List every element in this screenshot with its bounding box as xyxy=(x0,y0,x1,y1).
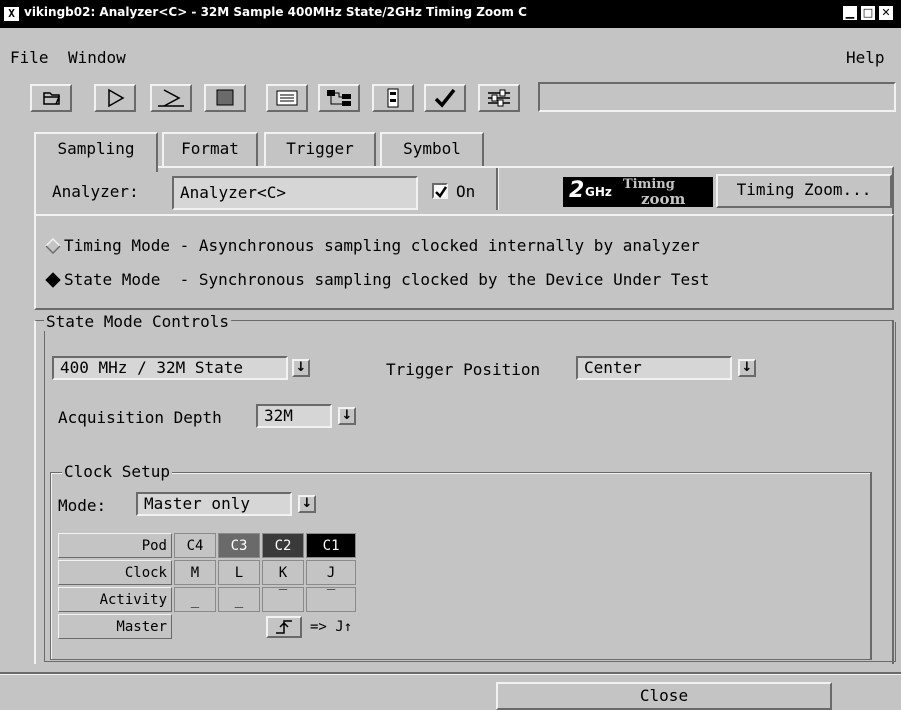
timing-mode-radio[interactable] xyxy=(45,238,61,254)
state-mode-label: State Mode - Synchronous sampling clocke… xyxy=(64,270,710,289)
tab-symbol[interactable]: Symbol xyxy=(380,132,484,168)
menu-help[interactable]: Help xyxy=(846,48,885,67)
clock-row-label: Clock xyxy=(58,560,172,585)
tab-sampling[interactable]: Sampling xyxy=(34,132,158,172)
clock-k: K xyxy=(262,560,304,585)
maximize-icon[interactable]: □ xyxy=(861,6,875,20)
run-icon xyxy=(108,88,125,108)
pod-c1[interactable]: C1 xyxy=(306,533,357,558)
speed-select[interactable]: 400 MHz / 32M State xyxy=(52,356,288,380)
footer-divider xyxy=(0,672,901,675)
menu-bar: File Window Help xyxy=(0,42,901,72)
rising-edge-icon xyxy=(276,619,292,634)
open-folder-icon xyxy=(43,92,61,105)
pod-row: Pod C4 C3 C2 C1 xyxy=(58,533,357,558)
on-label: On xyxy=(456,182,476,201)
menu-file[interactable]: File xyxy=(10,48,49,67)
close-button[interactable]: Close xyxy=(496,682,832,710)
analyzer-label: Analyzer: xyxy=(52,182,139,201)
activity-m: _ xyxy=(174,587,216,612)
activity-row: Activity _ _ ‾ ‾ xyxy=(58,587,357,612)
run-button[interactable] xyxy=(94,84,136,112)
activity-k: ‾ xyxy=(262,587,304,612)
pod-row-label: Pod xyxy=(58,533,172,558)
window-title: vikingb02: Analyzer<C> - 32M Sample 400M… xyxy=(24,5,527,19)
menu-window[interactable]: Window xyxy=(68,48,126,67)
master-edge-button[interactable] xyxy=(266,615,302,638)
device-icon xyxy=(387,88,399,108)
hierarchy-icon xyxy=(327,90,351,106)
settings-button[interactable] xyxy=(478,84,520,112)
trigger-position-dropdown-icon[interactable]: ↓ xyxy=(738,359,756,377)
clock-l: L xyxy=(218,560,260,585)
open-folder-button[interactable] xyxy=(30,84,72,112)
clock-m: M xyxy=(174,560,216,585)
stop-button[interactable] xyxy=(204,84,246,112)
pod-table: Pod C4 C3 C2 C1 Clock M L K J Activity _… xyxy=(56,531,358,641)
settings-icon xyxy=(488,89,510,107)
activity-l: _ xyxy=(218,587,260,612)
on-checkbox[interactable] xyxy=(432,183,448,199)
activity-j: ‾ xyxy=(306,587,357,612)
activity-row-label: Activity xyxy=(58,587,172,612)
minimize-icon[interactable]: ▁ xyxy=(843,6,857,20)
toolbar-status-field[interactable] xyxy=(538,82,896,112)
clock-mode-dropdown-icon[interactable]: ↓ xyxy=(298,495,316,513)
pod-c3[interactable]: C3 xyxy=(218,533,260,558)
mode-panel xyxy=(34,214,894,310)
timing-mode-label: Timing Mode - Asynchronous sampling cloc… xyxy=(64,236,700,255)
run-repetitive-icon xyxy=(158,89,184,107)
tab-trigger[interactable]: Trigger xyxy=(264,132,376,168)
pod-c2[interactable]: C2 xyxy=(262,533,304,558)
master-row-label: Master xyxy=(58,614,172,639)
title-bar: X vikingb02: Analyzer<C> - 32M Sample 40… xyxy=(0,0,901,28)
clock-mode-label: Mode: xyxy=(58,496,107,515)
master-edge-cell xyxy=(174,614,304,639)
hierarchy-button[interactable] xyxy=(318,84,360,112)
stop-icon xyxy=(216,89,234,106)
acquisition-depth-dropdown-icon[interactable]: ↓ xyxy=(338,407,356,425)
pod-c4[interactable]: C4 xyxy=(174,533,216,558)
close-icon[interactable]: ✕ xyxy=(879,6,893,20)
timing-zoom-button[interactable]: Timing Zoom... xyxy=(716,174,892,208)
check-icon xyxy=(434,88,456,108)
clock-row: Clock M L K J xyxy=(58,560,357,585)
acquisition-depth-select[interactable]: 32M xyxy=(256,404,332,428)
tab-format[interactable]: Format xyxy=(162,132,258,168)
listing-icon xyxy=(276,90,298,106)
x-window-icon[interactable]: X xyxy=(4,7,19,21)
listing-button[interactable] xyxy=(266,84,308,112)
clock-setup-label: Clock Setup xyxy=(62,462,172,481)
trigger-position-select[interactable]: Center xyxy=(576,356,732,380)
checkmark-icon xyxy=(435,186,447,198)
master-row: Master => J↑ xyxy=(58,614,356,639)
trigger-position-label: Trigger Position xyxy=(386,360,541,379)
device-button[interactable] xyxy=(372,84,414,112)
timing-zoom-logo: 2 GHz Timing zoom xyxy=(563,177,713,208)
acquisition-depth-label: Acquisition Depth xyxy=(58,408,222,427)
check-button[interactable] xyxy=(424,84,466,112)
clock-mode-select[interactable]: Master only xyxy=(136,492,292,516)
clock-j: J xyxy=(306,560,357,585)
state-mode-radio[interactable] xyxy=(45,272,61,288)
master-result: => J↑ xyxy=(310,618,353,635)
speed-dropdown-icon[interactable]: ↓ xyxy=(292,359,310,377)
state-controls-label: State Mode Controls xyxy=(44,312,232,331)
analyzer-name-input[interactable]: Analyzer<C> xyxy=(172,176,418,210)
run-repetitive-button[interactable] xyxy=(150,84,192,112)
panel-divider xyxy=(496,168,499,210)
